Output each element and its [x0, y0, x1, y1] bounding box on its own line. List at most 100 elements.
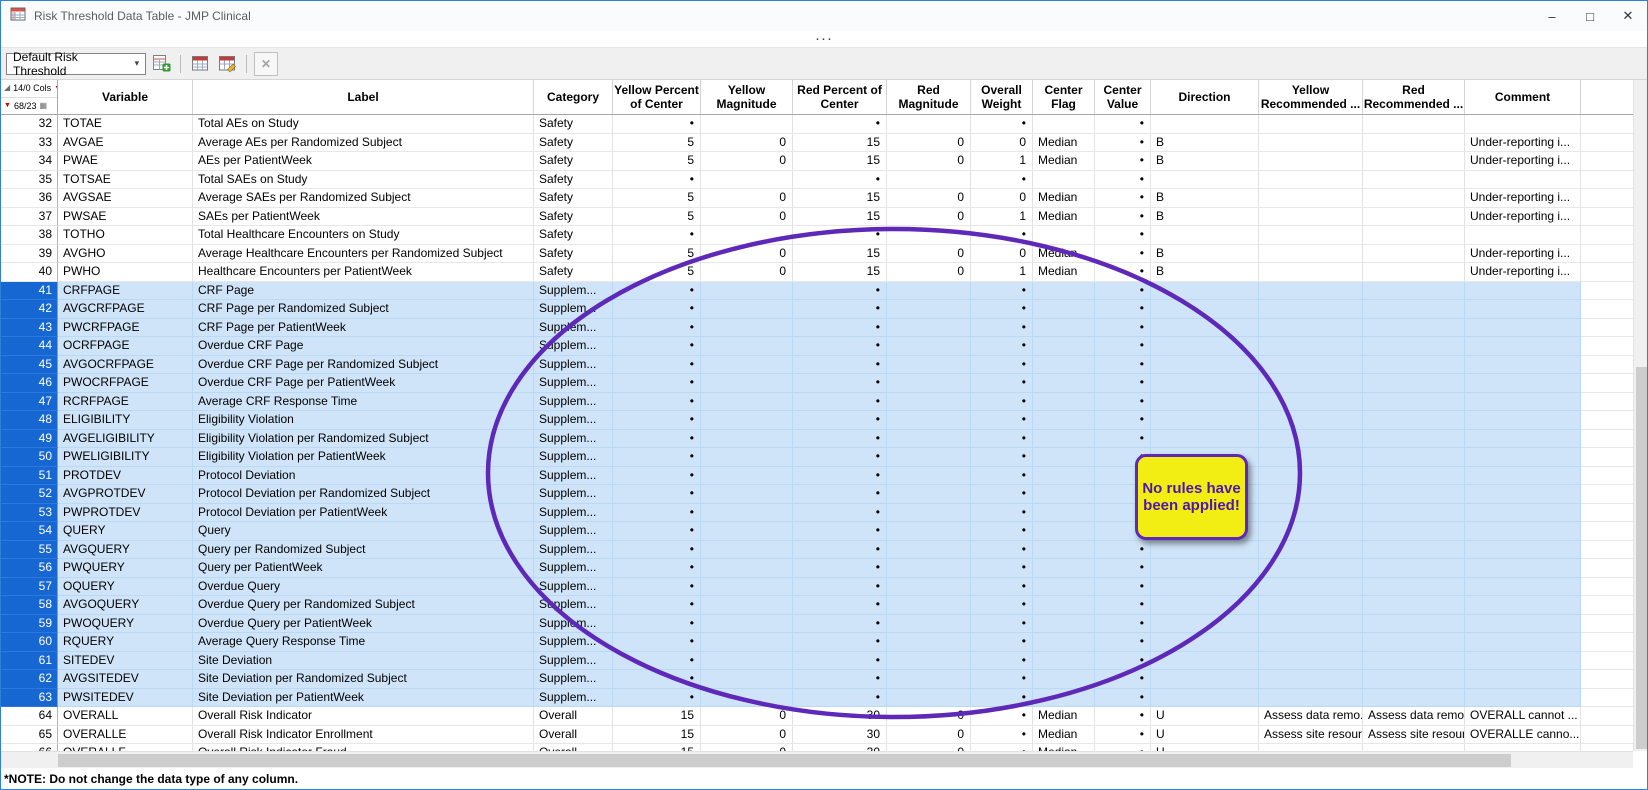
cell-overall-weight[interactable]: • [971, 504, 1033, 523]
table-row[interactable]: 53 PWPROTDEV Protocol Deviation per Pati… [1, 504, 1633, 523]
cell-direction[interactable] [1151, 652, 1259, 671]
cell-category[interactable]: Supplem... [534, 430, 613, 449]
cell-red-recommended[interactable] [1363, 171, 1465, 190]
cell-overall-weight[interactable]: • [971, 652, 1033, 671]
cell-red-recommended[interactable] [1363, 208, 1465, 227]
cell-yellow-recommended[interactable] [1259, 541, 1363, 560]
cell-red-magnitude[interactable] [887, 652, 971, 671]
cell-yellow-percent[interactable]: • [613, 485, 701, 504]
cell-comment[interactable] [1465, 559, 1581, 578]
cell-red-recommended[interactable] [1363, 448, 1465, 467]
cell-red-magnitude[interactable]: 0 [887, 134, 971, 153]
cell-overall-weight[interactable]: • [971, 559, 1033, 578]
cell-center-flag[interactable]: Median [1033, 263, 1095, 282]
cell-red-magnitude[interactable] [887, 282, 971, 301]
cell-red-magnitude[interactable] [887, 485, 971, 504]
cell-red-recommended[interactable] [1363, 411, 1465, 430]
cell-label[interactable]: Site Deviation [193, 652, 534, 671]
cell-overall-weight[interactable]: 0 [971, 245, 1033, 264]
cell-variable[interactable]: PWSITEDEV [58, 689, 193, 708]
cell-overall-weight[interactable]: • [971, 522, 1033, 541]
cell-yellow-percent[interactable]: • [613, 596, 701, 615]
cell-center-flag[interactable]: Median [1033, 152, 1095, 171]
cell-red-percent[interactable]: 30 [793, 707, 887, 726]
cell-red-percent[interactable]: • [793, 300, 887, 319]
row-number[interactable]: 64 [1, 707, 58, 726]
cell-variable[interactable]: OVERALL [58, 707, 193, 726]
cell-center-flag[interactable] [1033, 374, 1095, 393]
table-row[interactable]: 34 PWAE AEs per PatientWeek Safety 5 0 1… [1, 152, 1633, 171]
cell-yellow-percent[interactable]: 5 [613, 189, 701, 208]
cell-direction[interactable] [1151, 430, 1259, 449]
table-row[interactable]: 61 SITEDEV Site Deviation Supplem... • •… [1, 652, 1633, 671]
cell-comment[interactable] [1465, 337, 1581, 356]
cell-red-magnitude[interactable]: 0 [887, 744, 971, 751]
row-number[interactable]: 59 [1, 615, 58, 634]
cell-yellow-magnitude[interactable] [701, 633, 793, 652]
cell-variable[interactable]: PWQUERY [58, 559, 193, 578]
cell-variable[interactable]: AVGAE [58, 134, 193, 153]
cell-red-magnitude[interactable] [887, 337, 971, 356]
rows-menu-icon[interactable]: ▼ [4, 102, 11, 109]
cell-red-magnitude[interactable] [887, 559, 971, 578]
cell-comment[interactable] [1465, 633, 1581, 652]
cell-yellow-percent[interactable]: • [613, 356, 701, 375]
cell-center-value[interactable]: • [1095, 374, 1151, 393]
cell-direction[interactable] [1151, 171, 1259, 190]
cell-red-recommended[interactable] [1363, 189, 1465, 208]
cell-red-percent[interactable]: • [793, 596, 887, 615]
row-number[interactable]: 42 [1, 300, 58, 319]
col-header-red-recommended[interactable]: Red Recommended ... [1363, 80, 1465, 114]
cell-yellow-magnitude[interactable]: 0 [701, 152, 793, 171]
cell-yellow-magnitude[interactable] [701, 559, 793, 578]
cell-red-recommended[interactable] [1363, 467, 1465, 486]
cell-overall-weight[interactable]: • [971, 337, 1033, 356]
cell-yellow-magnitude[interactable] [701, 504, 793, 523]
cell-direction[interactable] [1151, 504, 1259, 523]
cell-variable[interactable]: CRFPAGE [58, 282, 193, 301]
cell-category[interactable]: Supplem... [534, 448, 613, 467]
cell-variable[interactable]: PROTDEV [58, 467, 193, 486]
cell-center-flag[interactable] [1033, 467, 1095, 486]
table-row[interactable]: 52 AVGPROTDEV Protocol Deviation per Ran… [1, 485, 1633, 504]
cell-yellow-percent[interactable]: • [613, 226, 701, 245]
cell-center-value[interactable]: • [1095, 726, 1151, 745]
cell-yellow-percent[interactable]: • [613, 615, 701, 634]
cell-yellow-recommended[interactable] [1259, 393, 1363, 412]
cell-direction[interactable] [1151, 578, 1259, 597]
cell-center-value[interactable]: • [1095, 282, 1151, 301]
cell-category[interactable]: Supplem... [534, 689, 613, 708]
cell-label[interactable]: Overall Risk Indicator Enrollment [193, 726, 534, 745]
col-header-comment[interactable]: Comment [1465, 80, 1581, 114]
delete-data-table-icon[interactable]: ✕ [254, 52, 278, 76]
cell-category[interactable]: Supplem... [534, 485, 613, 504]
cell-yellow-percent[interactable]: • [613, 670, 701, 689]
cell-label[interactable]: Overall Risk Indicator [193, 707, 534, 726]
cell-yellow-percent[interactable]: • [613, 300, 701, 319]
cell-variable[interactable]: AVGSAE [58, 189, 193, 208]
cell-yellow-magnitude[interactable]: 0 [701, 707, 793, 726]
cell-overall-weight[interactable]: 1 [971, 208, 1033, 227]
edit-data-table-icon[interactable] [215, 52, 239, 76]
cell-red-magnitude[interactable] [887, 670, 971, 689]
cell-yellow-magnitude[interactable]: 0 [701, 134, 793, 153]
cell-red-magnitude[interactable] [887, 411, 971, 430]
cell-red-percent[interactable]: 30 [793, 726, 887, 745]
cell-red-magnitude[interactable]: 0 [887, 245, 971, 264]
cell-direction[interactable] [1151, 467, 1259, 486]
cell-yellow-percent[interactable]: • [613, 633, 701, 652]
cell-variable[interactable]: OVERALLE [58, 726, 193, 745]
cell-overall-weight[interactable]: • [971, 393, 1033, 412]
col-header-red-percent[interactable]: Red Percent of Center [793, 80, 887, 114]
cell-overall-weight[interactable]: • [971, 485, 1033, 504]
cell-yellow-percent[interactable]: 5 [613, 152, 701, 171]
rows-panel-control[interactable]: ▼ 68/23 ▦ [1, 98, 57, 115]
cell-comment[interactable] [1465, 652, 1581, 671]
cell-category[interactable]: Safety [534, 226, 613, 245]
table-row[interactable]: 43 PWCRFPAGE CRF Page per PatientWeek Su… [1, 319, 1633, 338]
table-row[interactable]: 44 OCRFPAGE Overdue CRF Page Supplem... … [1, 337, 1633, 356]
cell-comment[interactable] [1465, 374, 1581, 393]
row-number[interactable]: 51 [1, 467, 58, 486]
cell-center-flag[interactable] [1033, 337, 1095, 356]
cell-comment[interactable] [1465, 467, 1581, 486]
